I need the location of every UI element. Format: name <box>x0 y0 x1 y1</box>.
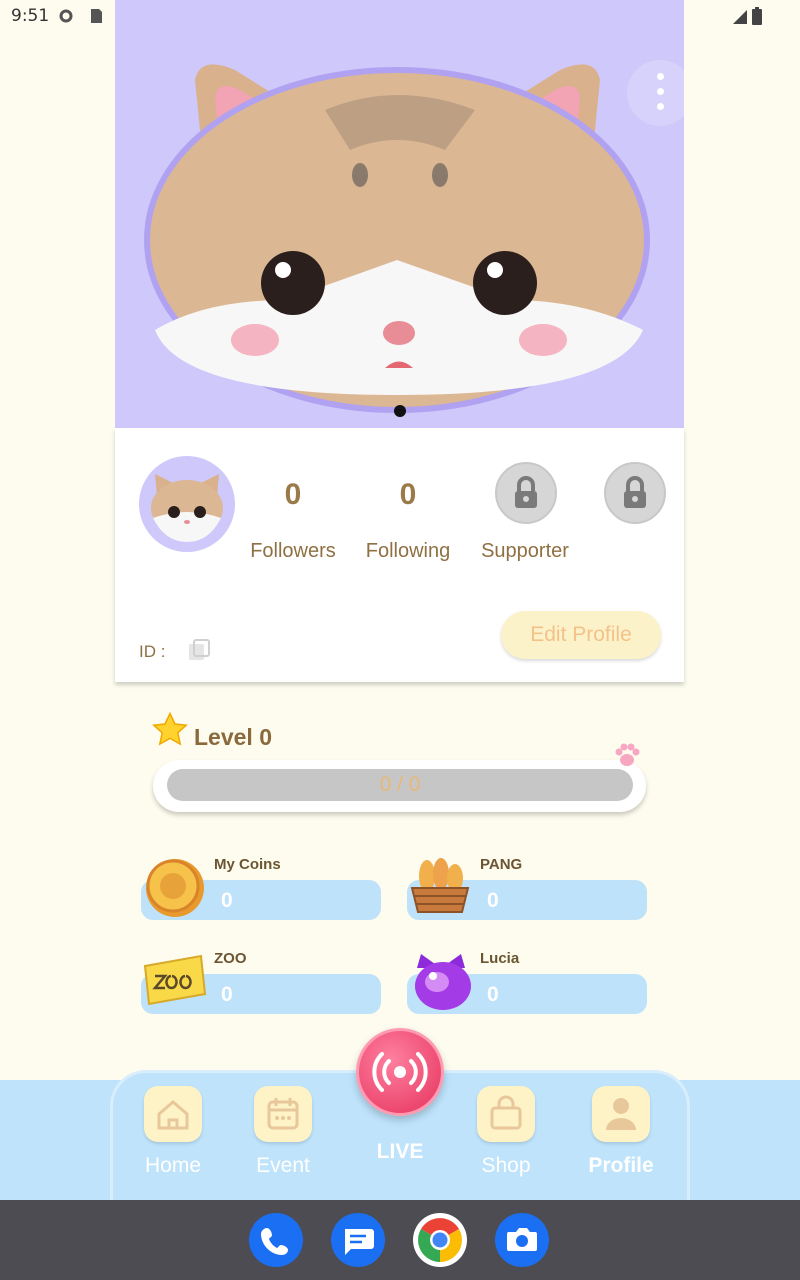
supporter-label: Supporter <box>481 540 569 562</box>
bread-basket-icon <box>410 858 470 913</box>
followers-count[interactable]: 0 <box>243 478 343 512</box>
profile-card: 0 Followers 0 Following Supporter ID : E… <box>115 428 684 682</box>
more-options-button[interactable] <box>627 60 684 126</box>
cat-avatar-illustration <box>144 64 650 413</box>
nav-event-label: Event <box>256 1154 310 1177</box>
nav-shop[interactable]: Shop <box>461 1086 551 1178</box>
pang-label: PANG <box>480 856 523 873</box>
locked-slot-icon[interactable] <box>604 462 666 524</box>
gold-coin-icon <box>146 859 204 917</box>
live-button[interactable] <box>356 1028 444 1116</box>
copy-icon[interactable] <box>187 638 211 662</box>
battery-icon <box>752 7 762 25</box>
nav-home-label: Home <box>144 1154 202 1177</box>
paw-icon <box>615 743 640 766</box>
my-coins-card[interactable]: My Coins 0 <box>141 854 381 924</box>
following-count[interactable]: 0 <box>358 478 458 512</box>
shopping-bag-icon <box>477 1086 535 1142</box>
status-time: 9:51 <box>11 6 50 26</box>
my-coins-label: My Coins <box>214 856 281 873</box>
sync-icon <box>59 9 73 23</box>
star-icon <box>152 712 188 746</box>
signal-icon <box>732 10 747 24</box>
edit-profile-button[interactable]: Edit Profile <box>501 611 661 659</box>
nav-profile-label: Profile <box>588 1154 654 1177</box>
avatar-cat-icon <box>151 474 223 542</box>
zoo-card[interactable]: ZOO 0 <box>141 948 381 1018</box>
avatar[interactable] <box>139 456 235 552</box>
level-progress-track: 0 / 0 <box>167 769 633 801</box>
pang-card[interactable]: PANG 0 <box>407 854 647 924</box>
chrome-app-icon[interactable] <box>413 1213 467 1267</box>
lucia-value: 0 <box>487 983 499 1006</box>
followers-label[interactable]: Followers <box>228 540 358 563</box>
profile-banner[interactable] <box>115 0 684 428</box>
nav-home[interactable]: Home <box>128 1086 218 1178</box>
following-label[interactable]: Following <box>343 540 473 563</box>
my-coins-value: 0 <box>221 889 233 912</box>
calendar-icon <box>254 1086 312 1142</box>
level-progress-bar: 0 / 0 <box>153 760 646 812</box>
nav-event[interactable]: Event <box>238 1086 328 1178</box>
user-id-label: ID : <box>139 642 166 661</box>
nav-live-label[interactable]: LIVE <box>360 1140 440 1164</box>
home-icon <box>144 1086 202 1142</box>
zoo-label: ZOO <box>214 950 247 967</box>
nav-shop-label: Shop <box>481 1154 531 1177</box>
purple-cat-gem-icon <box>415 954 471 1010</box>
lucia-card[interactable]: Lucia 0 <box>407 948 647 1018</box>
carousel-indicator <box>394 405 406 417</box>
pang-value: 0 <box>487 889 499 912</box>
level-progress-text: 0 / 0 <box>379 773 421 796</box>
phone-app-icon[interactable] <box>249 1213 303 1267</box>
broadcast-icon <box>372 1052 428 1092</box>
system-dock <box>0 1200 800 1280</box>
level-title: Level 0 <box>194 724 272 750</box>
messages-app-icon[interactable] <box>331 1213 385 1267</box>
status-right <box>732 7 762 30</box>
zoo-value: 0 <box>221 983 233 1006</box>
sd-card-icon <box>91 9 102 23</box>
person-icon <box>592 1086 650 1142</box>
camera-app-icon[interactable] <box>495 1213 549 1267</box>
nav-profile[interactable]: Profile <box>576 1086 666 1178</box>
lucia-label: Lucia <box>480 950 520 967</box>
supporter-lock-icon[interactable] <box>495 462 557 524</box>
zoo-ticket-icon <box>143 954 207 1006</box>
